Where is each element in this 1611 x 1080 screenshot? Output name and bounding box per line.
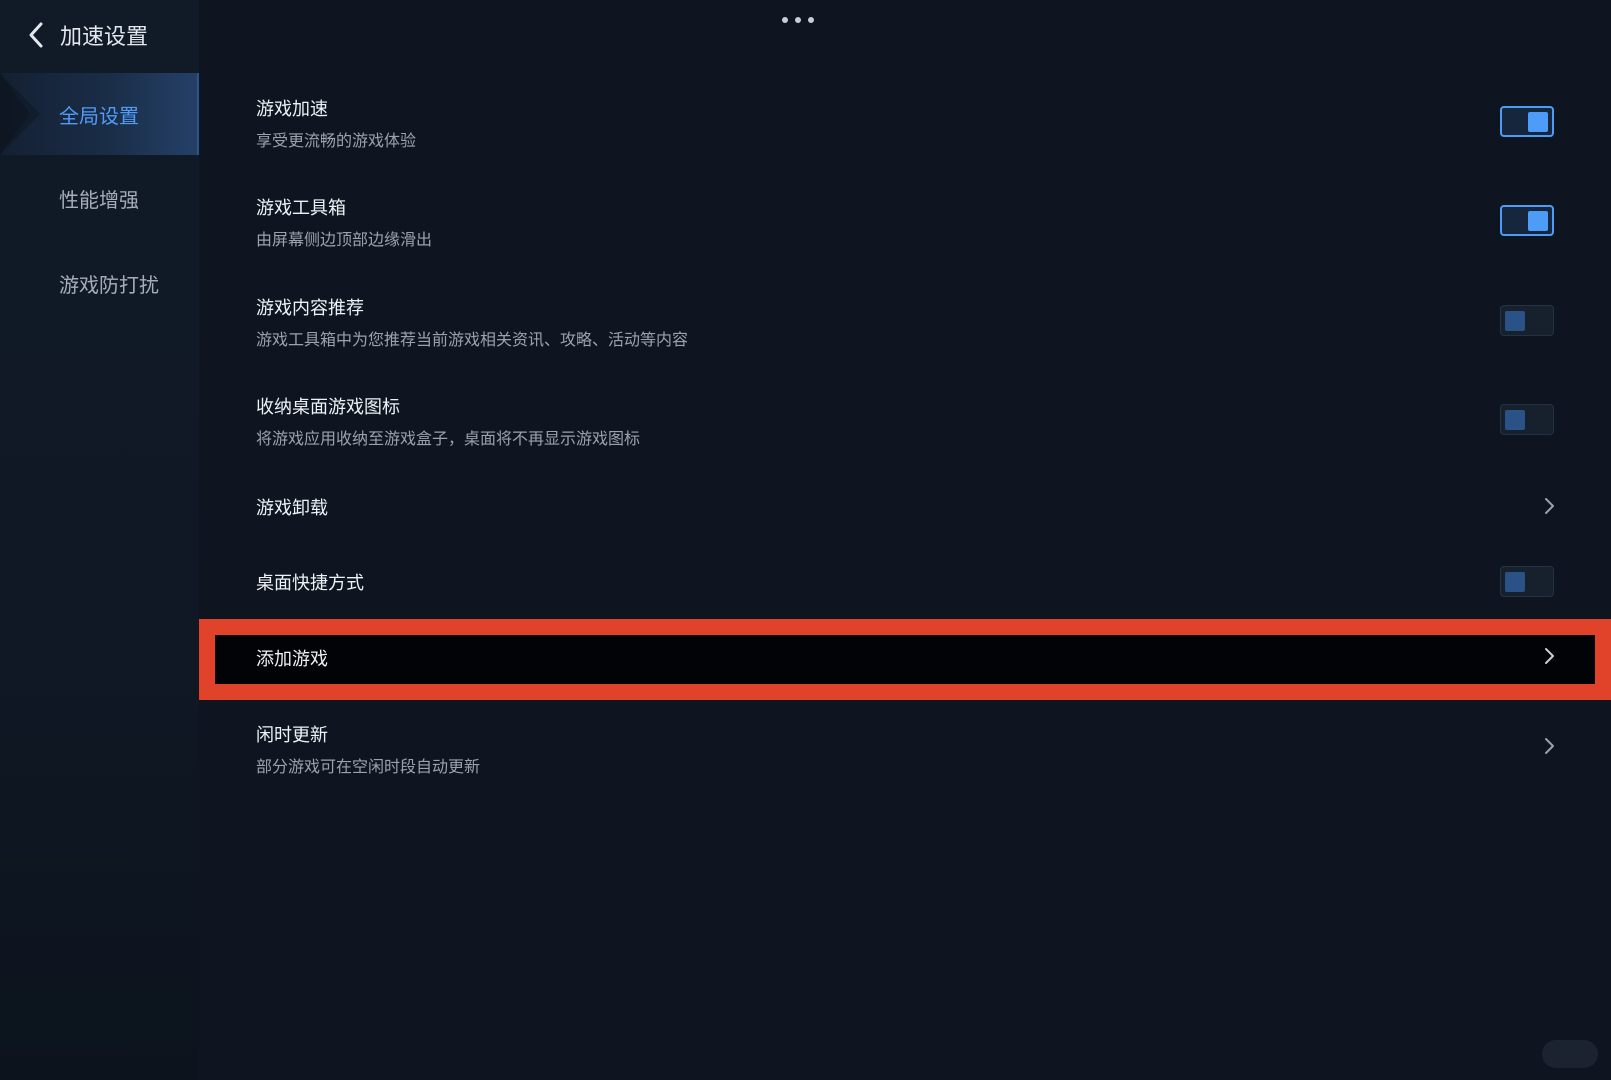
- setting-title: 闲时更新: [256, 725, 328, 746]
- setting-row-hide-desktop-icons: 收纳桌面游戏图标 将游戏应用收纳至游戏盒子，桌面将不再显示游戏图标: [199, 388, 1611, 456]
- sidebar-item-label: 游戏防打扰: [59, 272, 159, 297]
- setting-row-game-acceleration: 游戏加速 享受更流畅的游戏体验: [199, 90, 1611, 158]
- chevron-right-icon[interactable]: [1542, 736, 1556, 756]
- desktop-shortcut-toggle[interactable]: [1500, 566, 1554, 597]
- hide-desktop-icons-toggle[interactable]: [1500, 404, 1554, 435]
- sidebar-item-label: 性能增强: [59, 187, 139, 212]
- setting-title: 游戏加速: [256, 99, 328, 120]
- game-toolbox-toggle[interactable]: [1500, 205, 1554, 236]
- setting-subtitle: 由屏幕侧边顶部边缘滑出: [256, 230, 433, 249]
- setting-subtitle: 将游戏应用收纳至游戏盒子，桌面将不再显示游戏图标: [256, 429, 641, 448]
- setting-row-game-toolbox: 游戏工具箱 由屏幕侧边顶部边缘滑出: [199, 189, 1611, 257]
- chevron-right-icon[interactable]: [1542, 496, 1556, 516]
- setting-row-idle-update[interactable]: 闲时更新 部分游戏可在空闲时段自动更新: [199, 716, 1611, 784]
- setting-title: 桌面快捷方式: [256, 573, 364, 594]
- setting-subtitle: 享受更流畅的游戏体验: [256, 131, 417, 150]
- back-icon[interactable]: [26, 20, 48, 50]
- content-recommendation-toggle[interactable]: [1500, 305, 1554, 336]
- sidebar-item-performance[interactable]: 性能增强: [0, 157, 199, 239]
- setting-subtitle: 游戏工具箱中为您推荐当前游戏相关资讯、攻略、活动等内容: [256, 330, 689, 349]
- chevron-right-icon[interactable]: [1542, 646, 1556, 666]
- setting-title: 收纳桌面游戏图标: [256, 397, 400, 418]
- watermark-logo: [1542, 1040, 1598, 1068]
- setting-row-content-recommendation: 游戏内容推荐 游戏工具箱中为您推荐当前游戏相关资讯、攻略、活动等内容: [199, 289, 1611, 357]
- setting-title: 添加游戏: [256, 649, 328, 670]
- setting-row-game-uninstall[interactable]: 游戏卸载: [199, 480, 1611, 532]
- more-dots-icon[interactable]: [782, 14, 814, 26]
- setting-title: 游戏工具箱: [256, 198, 346, 219]
- sidebar-item-global-settings[interactable]: 全局设置: [0, 73, 199, 155]
- game-acceleration-toggle[interactable]: [1500, 106, 1554, 137]
- setting-row-desktop-shortcut: 桌面快捷方式: [199, 555, 1611, 607]
- header: 加速设置: [26, 18, 148, 52]
- page-title: 加速设置: [60, 25, 149, 50]
- sidebar-item-do-not-disturb[interactable]: 游戏防打扰: [0, 242, 199, 324]
- setting-title: 游戏内容推荐: [256, 298, 364, 319]
- setting-title: 游戏卸载: [256, 498, 328, 519]
- setting-subtitle: 部分游戏可在空闲时段自动更新: [256, 757, 481, 776]
- setting-row-add-game[interactable]: 添加游戏: [199, 635, 1611, 684]
- sidebar-item-label: 全局设置: [59, 103, 139, 128]
